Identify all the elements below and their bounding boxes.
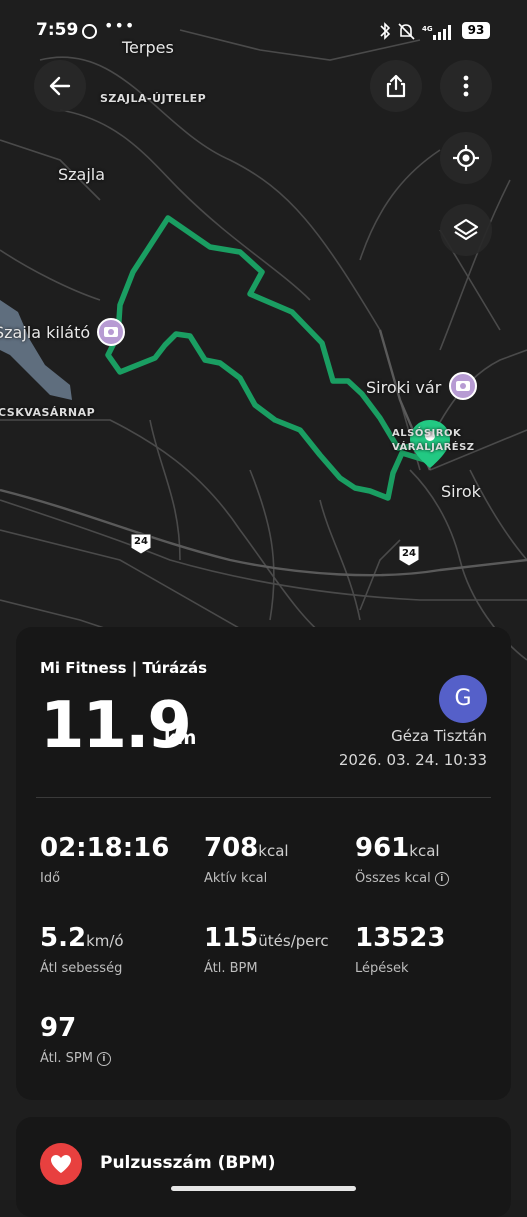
activity-datetime: 2026. 03. 24. 10:33: [338, 751, 487, 769]
notification-circle-icon: [82, 24, 97, 39]
map-label-sirok: Sirok: [441, 482, 481, 501]
stat-label: Lépések: [355, 961, 409, 976]
stat-steps: 13523 Lépések: [355, 923, 445, 976]
battery-indicator: 93: [462, 22, 490, 39]
stat-label: Aktív kcal: [204, 871, 268, 886]
stat-label: Idő: [40, 871, 61, 886]
arrow-left-icon: [49, 76, 71, 96]
activity-summary-card: Mi Fitness | Túrázás 11.9 km G Géza Tisz…: [16, 627, 511, 1100]
activity-source-title: Mi Fitness | Túrázás: [40, 659, 208, 677]
locate-me-button[interactable]: [440, 132, 492, 184]
stat-value: 97: [40, 1013, 77, 1043]
stat-unit: kcal: [409, 842, 440, 860]
svg-text:4G: 4G: [422, 25, 433, 33]
share-button[interactable]: [370, 60, 422, 112]
more-options-button[interactable]: [440, 60, 492, 112]
distance-value: 11.9: [40, 689, 192, 763]
crosshair-location-icon: [453, 145, 479, 171]
stat-unit: ütés/perc: [258, 932, 329, 950]
map-label-also-sirok: ALSÓSIROK: [392, 428, 462, 439]
status-bar: 7:59 ••• 4G 93: [0, 0, 527, 60]
stat-value: 115: [204, 923, 259, 953]
stat-total-kcal: 961kcal Összes kcal i: [355, 833, 449, 886]
stat-unit: km/ó: [86, 932, 124, 950]
stat-label: Átl. SPM: [40, 1051, 93, 1066]
map-label-varaljaresz: VÁRALJARÉSZ: [392, 442, 475, 453]
map-label-szajla: Szajla: [58, 165, 106, 184]
stat-label: Átl sebesség: [40, 961, 123, 976]
map-label-szajla-ujtelep: SZAJLA-ÚJTELEP: [100, 92, 207, 105]
stat-value: 708: [204, 833, 259, 863]
share-icon: [386, 74, 406, 98]
stat-value: 13523: [355, 923, 446, 953]
distance-unit: km: [164, 727, 197, 749]
map-label-szajla-kilato: Szajla kilátó: [0, 323, 91, 342]
info-icon[interactable]: i: [434, 871, 449, 886]
road-number-24: 24: [402, 548, 416, 559]
road-number-24: 24: [134, 536, 148, 547]
stat-label: Összes kcal: [355, 871, 431, 886]
status-time: 7:59: [36, 20, 79, 40]
stat-active-kcal: 708kcal Aktív kcal: [204, 833, 289, 886]
stat-avg-spm: 97 Átl. SPM i: [40, 1013, 111, 1066]
more-notifications-icon: •••: [104, 16, 136, 35]
layers-icon: [453, 218, 479, 241]
stat-unit: kcal: [258, 842, 289, 860]
stat-avg-bpm: 115ütés/perc Átl. BPM: [204, 923, 329, 976]
divider: [36, 797, 491, 798]
heart-icon: [40, 1143, 82, 1185]
stat-value: 961: [355, 833, 410, 863]
info-icon[interactable]: i: [96, 1051, 111, 1066]
poi-icon-siroki-var: [449, 372, 477, 400]
poi-icon-kilato: [97, 318, 125, 346]
map-label-cskvasarnap: CSKVASÁRNAP: [0, 406, 96, 419]
stat-value: 5.2: [40, 923, 87, 953]
home-indicator[interactable]: [171, 1186, 356, 1191]
heart-rate-card[interactable]: Pulzusszám (BPM): [16, 1117, 511, 1217]
vertical-dots-icon: [463, 75, 469, 97]
avatar[interactable]: G: [439, 675, 487, 723]
stat-label: Átl. BPM: [204, 961, 258, 976]
map-layers-button[interactable]: [440, 204, 492, 256]
system-status-icons: 4G: [380, 22, 451, 40]
stat-value: 02:18:16: [40, 833, 170, 863]
user-name: Géza Tisztán: [391, 727, 487, 745]
stat-avg-speed: 5.2km/ó Átl sebesség: [40, 923, 124, 976]
map-label-siroki-var: Siroki vár: [366, 378, 442, 397]
stat-duration: 02:18:16 Idő: [40, 833, 169, 886]
heart-rate-title: Pulzusszám (BPM): [100, 1153, 276, 1173]
back-button[interactable]: [34, 60, 86, 112]
